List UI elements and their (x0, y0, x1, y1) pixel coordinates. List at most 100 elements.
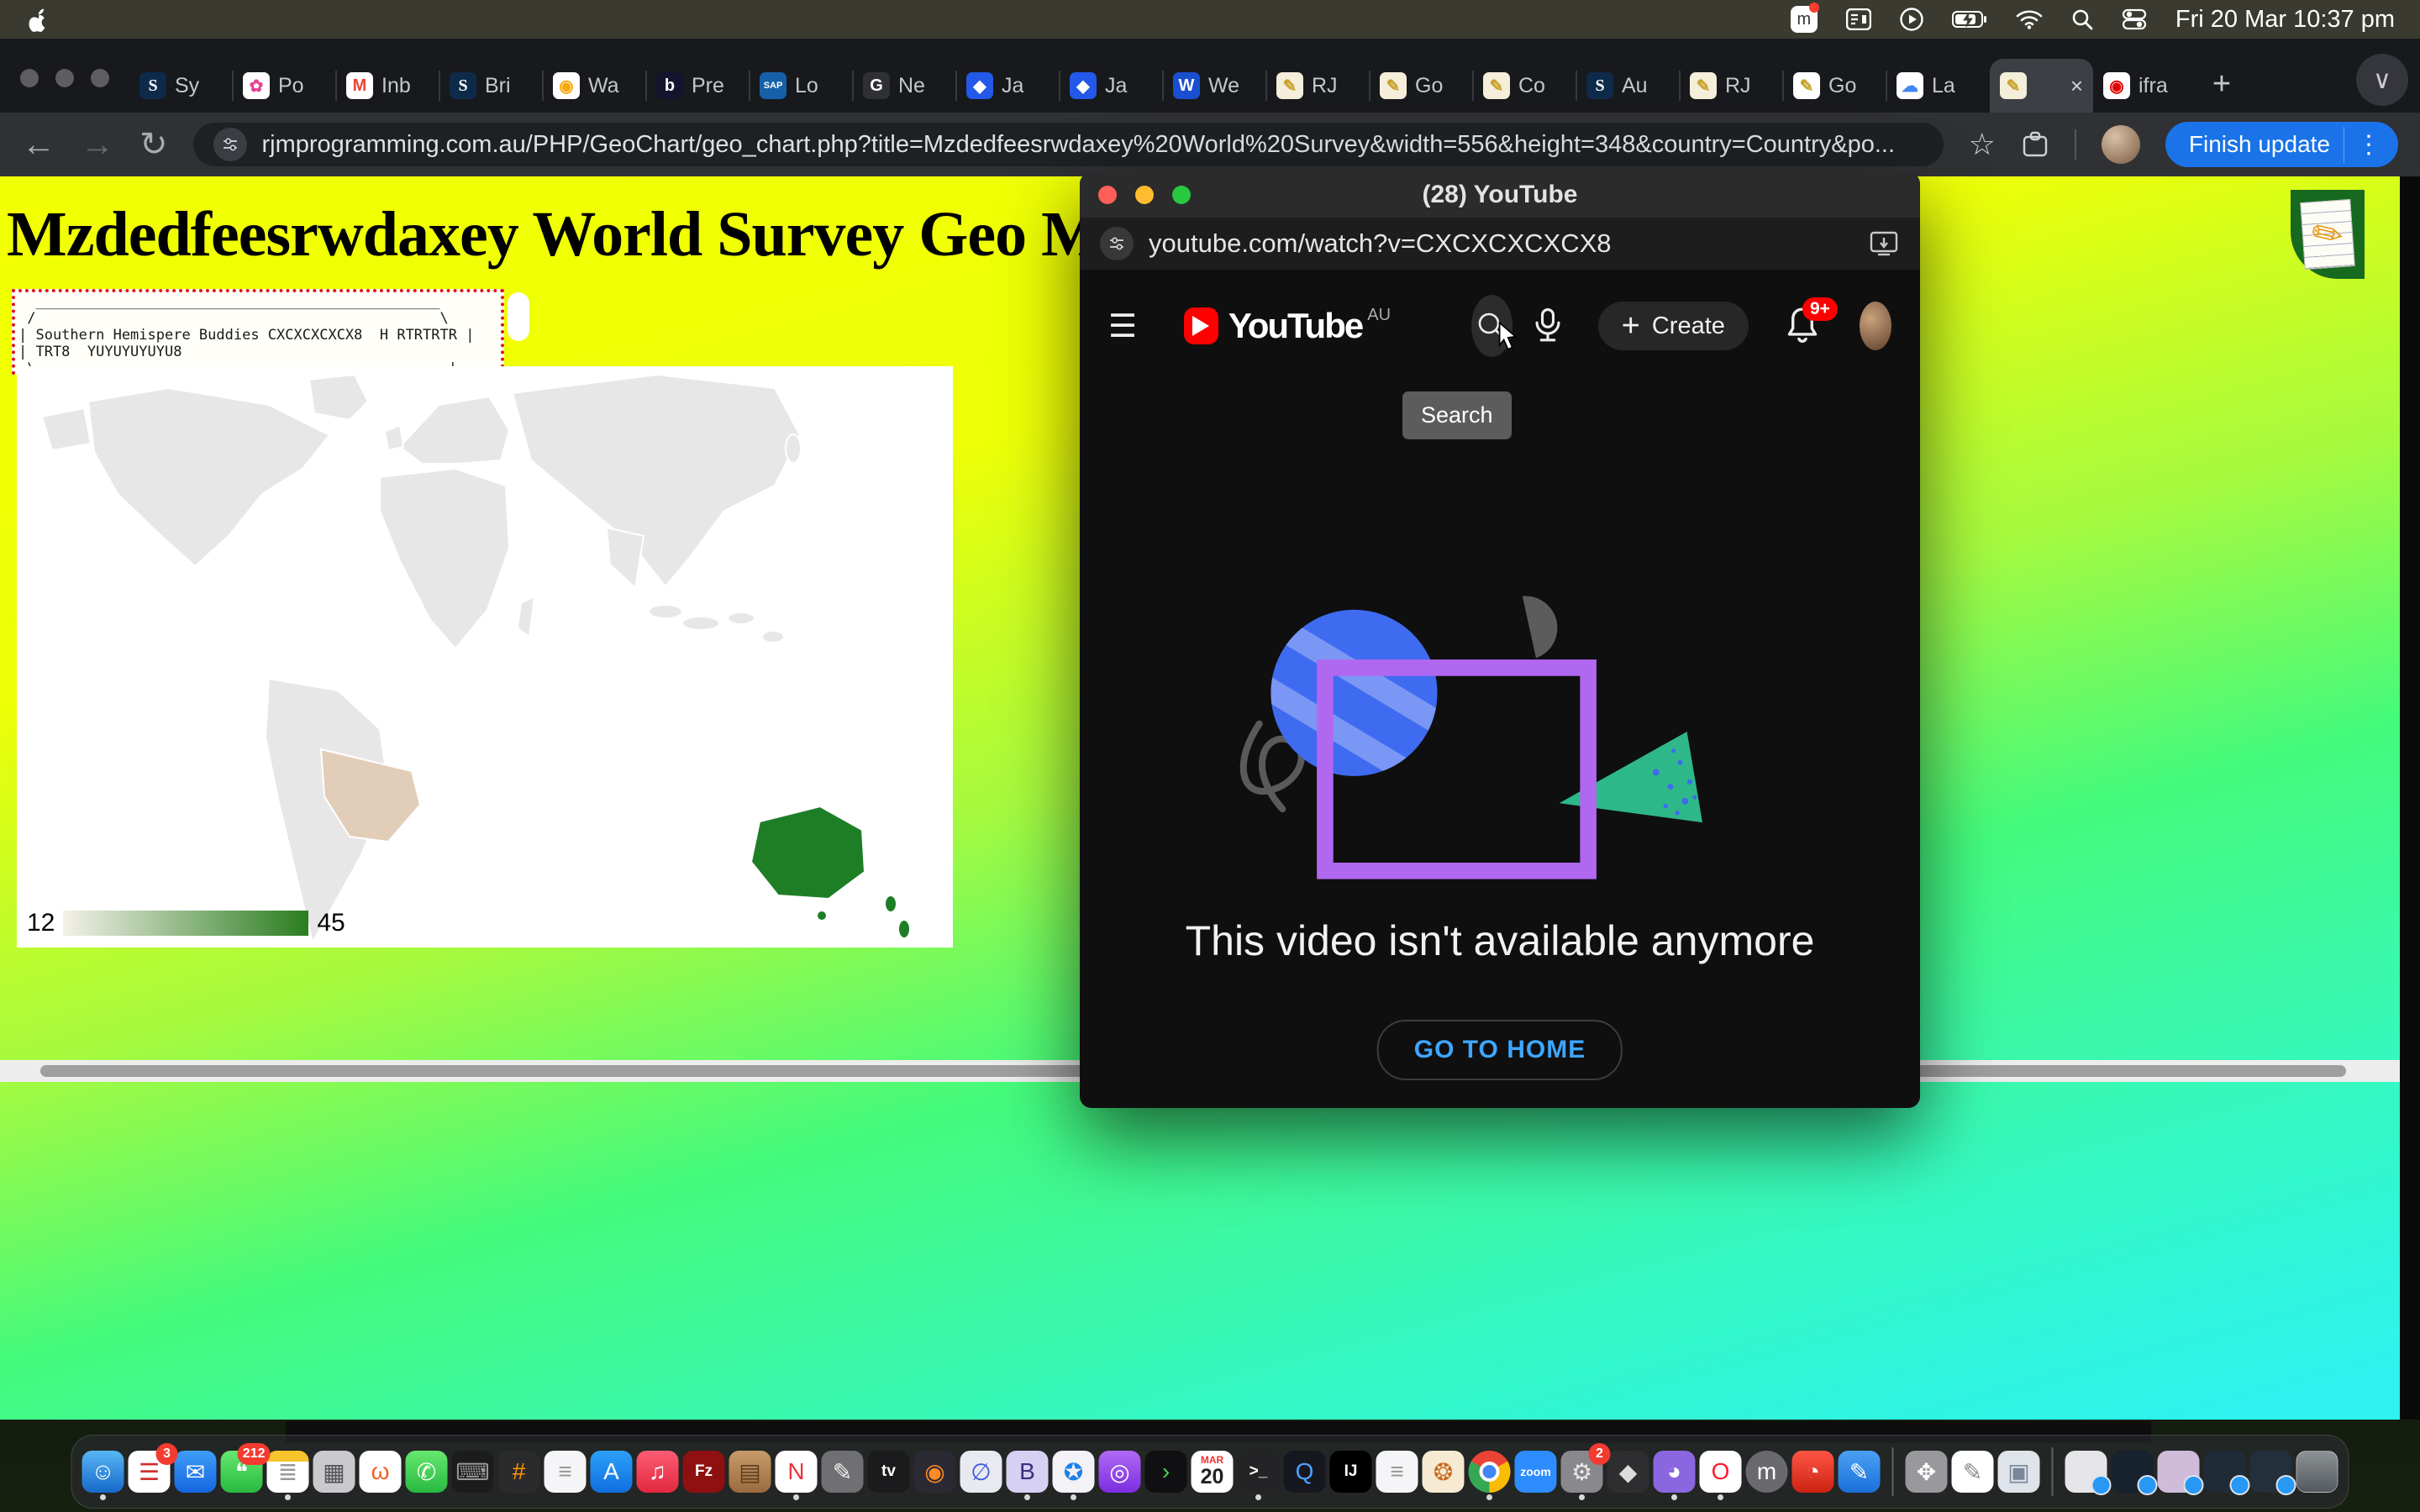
dock-app-icon[interactable]: ω (360, 1451, 402, 1493)
url-text[interactable]: rjmprogramming.com.au/PHP/GeoChart/geo_c… (262, 131, 1896, 159)
open-in-browser-icon[interactable] (1870, 230, 1900, 257)
dock-app-icon[interactable]: 3 ☰ (129, 1451, 171, 1493)
dock-app-icon[interactable]: ▣ (1998, 1451, 2040, 1493)
browser-tab[interactable]: ✎ × (1990, 59, 2093, 113)
dock-app-icon[interactable]: >_ (1238, 1451, 1280, 1493)
close-window-icon[interactable] (20, 69, 39, 87)
dock-app-icon[interactable]: A (591, 1451, 633, 1493)
finish-update-button[interactable]: Finish update ⋮ (2165, 122, 2398, 167)
keystroke-viewer-icon[interactable] (1846, 8, 1871, 30)
popup-address-bar[interactable]: youtube.com/watch?v=CXCXCXCXCX8 (1080, 218, 1920, 270)
dock-app-icon[interactable]: › (1145, 1451, 1187, 1493)
dock-app-icon[interactable]: ▤ (729, 1451, 771, 1493)
go-to-home-button[interactable]: GO TO HOME (1377, 1020, 1623, 1080)
tab-close-icon[interactable]: × (2070, 73, 2083, 99)
dock-app-icon[interactable]: O (1700, 1451, 1742, 1493)
bookmark-star-icon[interactable]: ☆ (1969, 127, 1996, 162)
extension-icon[interactable] (2021, 130, 2049, 159)
wifi-icon[interactable] (2016, 9, 2043, 29)
create-button[interactable]: + Create (1598, 302, 1749, 350)
dock-app-icon[interactable]: ✪ (1053, 1451, 1095, 1493)
dock-app-icon[interactable] (2052, 1447, 2054, 1496)
minimize-window-icon[interactable] (55, 69, 74, 87)
site-settings-icon[interactable] (1100, 227, 1134, 260)
account-avatar[interactable] (1860, 302, 1891, 350)
dock-app-icon[interactable]: ❂ (1423, 1451, 1465, 1493)
dock-app-icon[interactable]: tv (868, 1451, 910, 1493)
dock-app-icon[interactable]: ≡ (1376, 1451, 1418, 1493)
dock-app-icon[interactable]: ✥ (1906, 1451, 1948, 1493)
browser-tab[interactable]: ✎ RJ (1680, 59, 1783, 113)
dock-app-icon[interactable]: ⌨ (452, 1451, 494, 1493)
browser-tab[interactable]: ◉ ifra (2093, 59, 2196, 113)
browser-tab[interactable]: ◆ Ja (956, 59, 1060, 113)
search-button[interactable] (1471, 295, 1512, 357)
dock-app-icon[interactable]: ◕ (1654, 1451, 1696, 1493)
dock-app-icon[interactable]: Fz (683, 1451, 725, 1493)
browser-menu-icon[interactable]: ⋮ (2344, 127, 2388, 163)
app-notification-icon[interactable]: m (1791, 6, 1818, 33)
browser-tab[interactable]: S Au (1576, 59, 1680, 113)
dock-app-icon[interactable]: Q (1284, 1451, 1326, 1493)
address-bar[interactable]: rjmprogramming.com.au/PHP/GeoChart/geo_c… (193, 123, 1944, 166)
dock-app-icon[interactable] (2204, 1451, 2246, 1493)
apple-logo-icon[interactable] (25, 7, 47, 32)
dock-app-icon[interactable] (2112, 1451, 2154, 1493)
dock-app-icon[interactable]: # (498, 1451, 540, 1493)
browser-tab[interactable]: ✎ RJ (1266, 59, 1370, 113)
dock-app-icon[interactable]: 2 ⚙ (1561, 1451, 1603, 1493)
dock-app-icon[interactable]: zoom (1515, 1451, 1557, 1493)
spotlight-search-icon[interactable] (2071, 8, 2093, 30)
forward-button[interactable]: → (81, 126, 114, 164)
browser-tab[interactable]: W We (1163, 59, 1266, 113)
browser-tab[interactable]: ◉ Wa (543, 59, 646, 113)
youtube-logo-icon[interactable] (1184, 307, 1218, 344)
corner-notepad-icon[interactable]: ✎ (2291, 190, 2365, 279)
minimize-window-icon[interactable] (1135, 186, 1154, 204)
dock-app-icon[interactable]: ◉ (914, 1451, 956, 1493)
dock-app-icon[interactable] (2250, 1451, 2292, 1493)
site-settings-icon[interactable] (213, 128, 247, 161)
browser-tab[interactable]: SAP Lo (750, 59, 853, 113)
profile-avatar[interactable] (2102, 125, 2140, 164)
browser-tab[interactable]: S Sy (129, 59, 233, 113)
hamburger-menu-icon[interactable]: ☰ (1108, 307, 1137, 345)
browser-tab[interactable]: ☁ La (1886, 59, 1990, 113)
dock-app-icon[interactable] (1892, 1447, 1894, 1496)
browser-tab[interactable]: S Bri (439, 59, 543, 113)
browser-tab[interactable]: ✎ Go (1783, 59, 1886, 113)
dock-app-icon[interactable]: ✎ (1952, 1451, 1994, 1493)
dock-app-icon[interactable]: ☺ (82, 1451, 124, 1493)
tab-search-button[interactable]: ∨ (2356, 54, 2408, 106)
dock-app-icon[interactable] (2296, 1451, 2338, 1493)
youtube-wordmark[interactable]: YouTube (1228, 306, 1362, 346)
dock-app-icon[interactable]: ◔ (1792, 1451, 1834, 1493)
dock-app-icon[interactable]: m (1746, 1451, 1788, 1493)
popup-title-bar[interactable]: (28) YouTube (1080, 172, 1920, 218)
menu-bar-clock[interactable]: Fri 20 Mar 10:37 pm (2175, 6, 2395, 34)
dock-app-icon[interactable]: 212 ❝ (221, 1451, 263, 1493)
close-window-icon[interactable] (1098, 186, 1117, 204)
dock-app-icon[interactable] (2065, 1451, 2107, 1493)
dock-app-icon[interactable]: ≡ (544, 1451, 587, 1493)
dock-app-icon[interactable]: ♫ (637, 1451, 679, 1493)
dock-app-icon[interactable]: ≣ (267, 1451, 309, 1493)
browser-tab[interactable]: ✎ Go (1370, 59, 1473, 113)
youtube-popup-window[interactable]: (28) YouTube youtube.com/watch?v=CXCXCXC… (1080, 172, 1920, 1108)
window-controls[interactable] (20, 69, 109, 87)
zoom-window-icon[interactable] (91, 69, 109, 87)
dock-app-icon[interactable]: ◆ (1607, 1451, 1649, 1493)
dock-app-icon[interactable]: ✆ (406, 1451, 448, 1493)
dock-app-icon[interactable]: ▦ (313, 1451, 355, 1493)
battery-charging-icon[interactable] (1952, 10, 1987, 29)
back-button[interactable]: ← (22, 126, 55, 164)
browser-tab[interactable]: ✎ Co (1473, 59, 1576, 113)
dock-app-icon[interactable]: ✉ (175, 1451, 217, 1493)
dock-app-icon[interactable]: IJ (1330, 1451, 1372, 1493)
dock-app-icon[interactable]: ✎ (1839, 1451, 1881, 1493)
dock-app-icon[interactable] (2158, 1451, 2200, 1493)
dock-app-icon[interactable]: MAR 20 (1192, 1451, 1234, 1493)
reload-button[interactable]: ↻ (139, 125, 168, 164)
survey-textarea[interactable]: ________________________________________… (12, 289, 504, 375)
dock-app-icon[interactable]: N (776, 1451, 818, 1493)
